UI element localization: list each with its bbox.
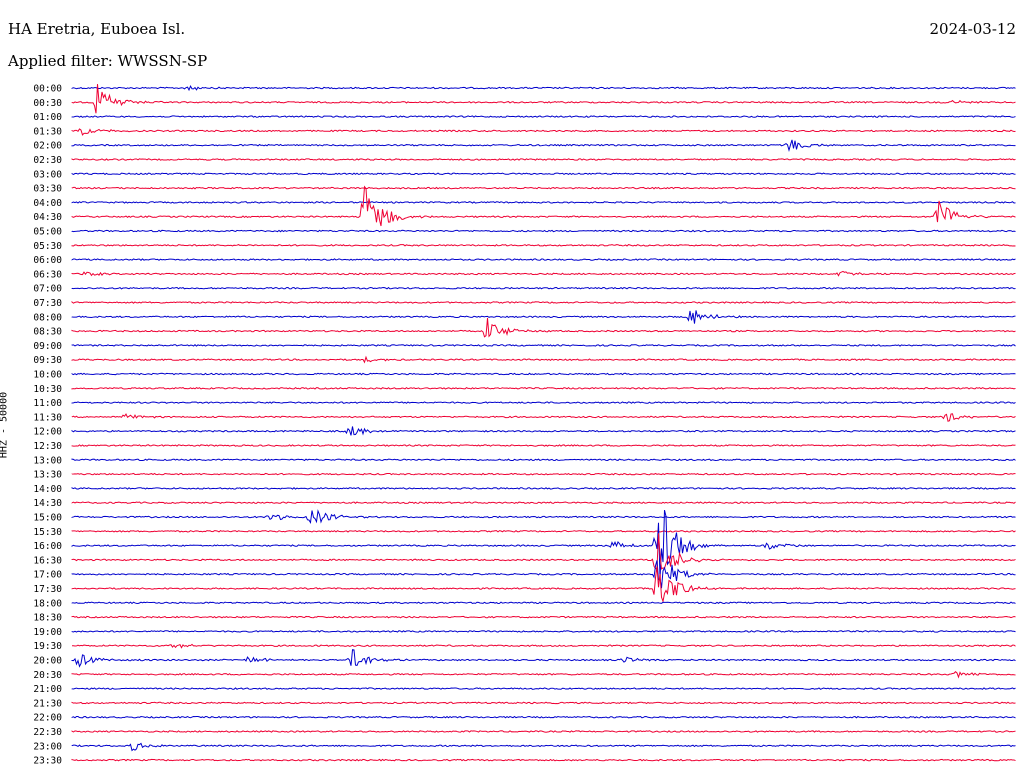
trace-line [71, 643, 1016, 649]
trace-line [71, 758, 1016, 762]
row-time-label: 07:30 [33, 298, 62, 309]
trace-line [71, 286, 1016, 290]
row-time-label: 00:30 [33, 98, 62, 109]
row-time-label: 18:30 [33, 613, 62, 624]
row-time-label: 15:00 [33, 513, 62, 524]
row-time-label: 00:00 [33, 84, 62, 95]
row-time-label: 06:30 [33, 269, 62, 280]
row-time-label: 13:00 [33, 455, 62, 466]
row-time-label: 14:30 [33, 498, 62, 509]
trace-line [71, 243, 1016, 247]
row-time-label: 10:30 [33, 384, 62, 395]
trace-line [71, 300, 1016, 304]
trace-line [71, 566, 1016, 604]
trace-line [71, 501, 1016, 504]
trace-line [71, 372, 1016, 376]
row-time-label: 08:30 [33, 327, 62, 338]
trace-line [71, 529, 1016, 533]
trace-line [71, 344, 1016, 347]
trace-line [71, 115, 1016, 118]
trace-line [71, 229, 1016, 233]
row-time-label: 21:00 [33, 684, 62, 695]
trace-line [71, 128, 1016, 136]
trace-line [71, 687, 1016, 690]
trace-line [71, 615, 1016, 619]
row-time-label: 15:30 [33, 527, 62, 538]
row-time-label: 13:30 [33, 470, 62, 481]
row-time-label: 20:00 [33, 656, 62, 667]
trace-line [71, 715, 1016, 719]
row-time-label: 09:00 [33, 341, 62, 352]
trace-line [71, 270, 1016, 277]
row-time-label: 19:00 [33, 627, 62, 638]
trace-line [71, 730, 1016, 733]
row-time-label: 09:30 [33, 355, 62, 366]
row-time-label: 21:30 [33, 698, 62, 709]
row-time-label: 05:30 [33, 241, 62, 252]
row-time-label: 16:00 [33, 541, 62, 552]
trace-line [71, 601, 1016, 605]
trace-line [71, 258, 1016, 261]
row-time-label: 01:30 [33, 126, 62, 137]
trace-line [71, 186, 1016, 190]
row-time-label: 07:00 [33, 284, 62, 295]
row-time-label: 05:00 [33, 227, 62, 238]
trace-line [71, 742, 1016, 752]
trace-line [71, 630, 1016, 633]
row-time-label: 04:30 [33, 212, 62, 223]
row-time-label: 16:30 [33, 555, 62, 566]
row-time-label: 06:00 [33, 255, 62, 266]
row-time-label: 03:00 [33, 169, 62, 180]
trace-line [71, 310, 1016, 324]
trace-line [71, 426, 1016, 436]
row-time-label: 14:00 [33, 484, 62, 495]
trace-line [71, 510, 1016, 579]
row-time-label: 17:30 [33, 584, 62, 595]
trace-line [71, 701, 1016, 705]
helicorder-plot: 00:00 00:30 01:00 01:30 02:00 02:30 03:00 03:30… [33, 84, 1016, 767]
row-time-label: 10:00 [33, 370, 62, 381]
trace-line [71, 671, 1016, 679]
row-time-label: 02:30 [33, 155, 62, 166]
row-time-label: 04:00 [33, 198, 62, 209]
trace-line [71, 472, 1016, 476]
trace-line [71, 649, 1016, 668]
trace-line [71, 444, 1016, 447]
trace-line [71, 386, 1016, 390]
row-time-label: 23:00 [33, 741, 62, 752]
row-time-label: 11:30 [33, 412, 62, 423]
trace-line [71, 560, 1016, 589]
row-time-label: 22:00 [33, 713, 62, 724]
row-time-label: 22:30 [33, 727, 62, 738]
trace-line [71, 185, 1016, 227]
trace-line [71, 533, 1016, 570]
trace-line [71, 84, 1016, 92]
row-time-label: 18:00 [33, 598, 62, 609]
row-time-label: 23:30 [33, 756, 62, 767]
row-time-label: 17:00 [33, 570, 62, 581]
trace-line [71, 509, 1016, 524]
row-time-label: 02:00 [33, 141, 62, 152]
trace-line [71, 172, 1016, 176]
trace-line [71, 201, 1016, 204]
row-time-label: 03:30 [33, 184, 62, 195]
trace-line [71, 413, 1016, 422]
row-time-label: 19:30 [33, 641, 62, 652]
row-time-label: 01:00 [33, 112, 62, 123]
trace-line [71, 158, 1016, 161]
row-time-label: 12:00 [33, 427, 62, 438]
trace-line [71, 355, 1016, 364]
row-time-label: 11:00 [33, 398, 62, 409]
row-time-label: 12:30 [33, 441, 62, 452]
trace-line [71, 318, 1016, 338]
trace-line [71, 487, 1016, 490]
trace-line [71, 458, 1016, 462]
row-time-label: 08:00 [33, 312, 62, 323]
row-time-label: 20:30 [33, 670, 62, 681]
trace-line [71, 139, 1016, 152]
trace-line [71, 401, 1016, 404]
